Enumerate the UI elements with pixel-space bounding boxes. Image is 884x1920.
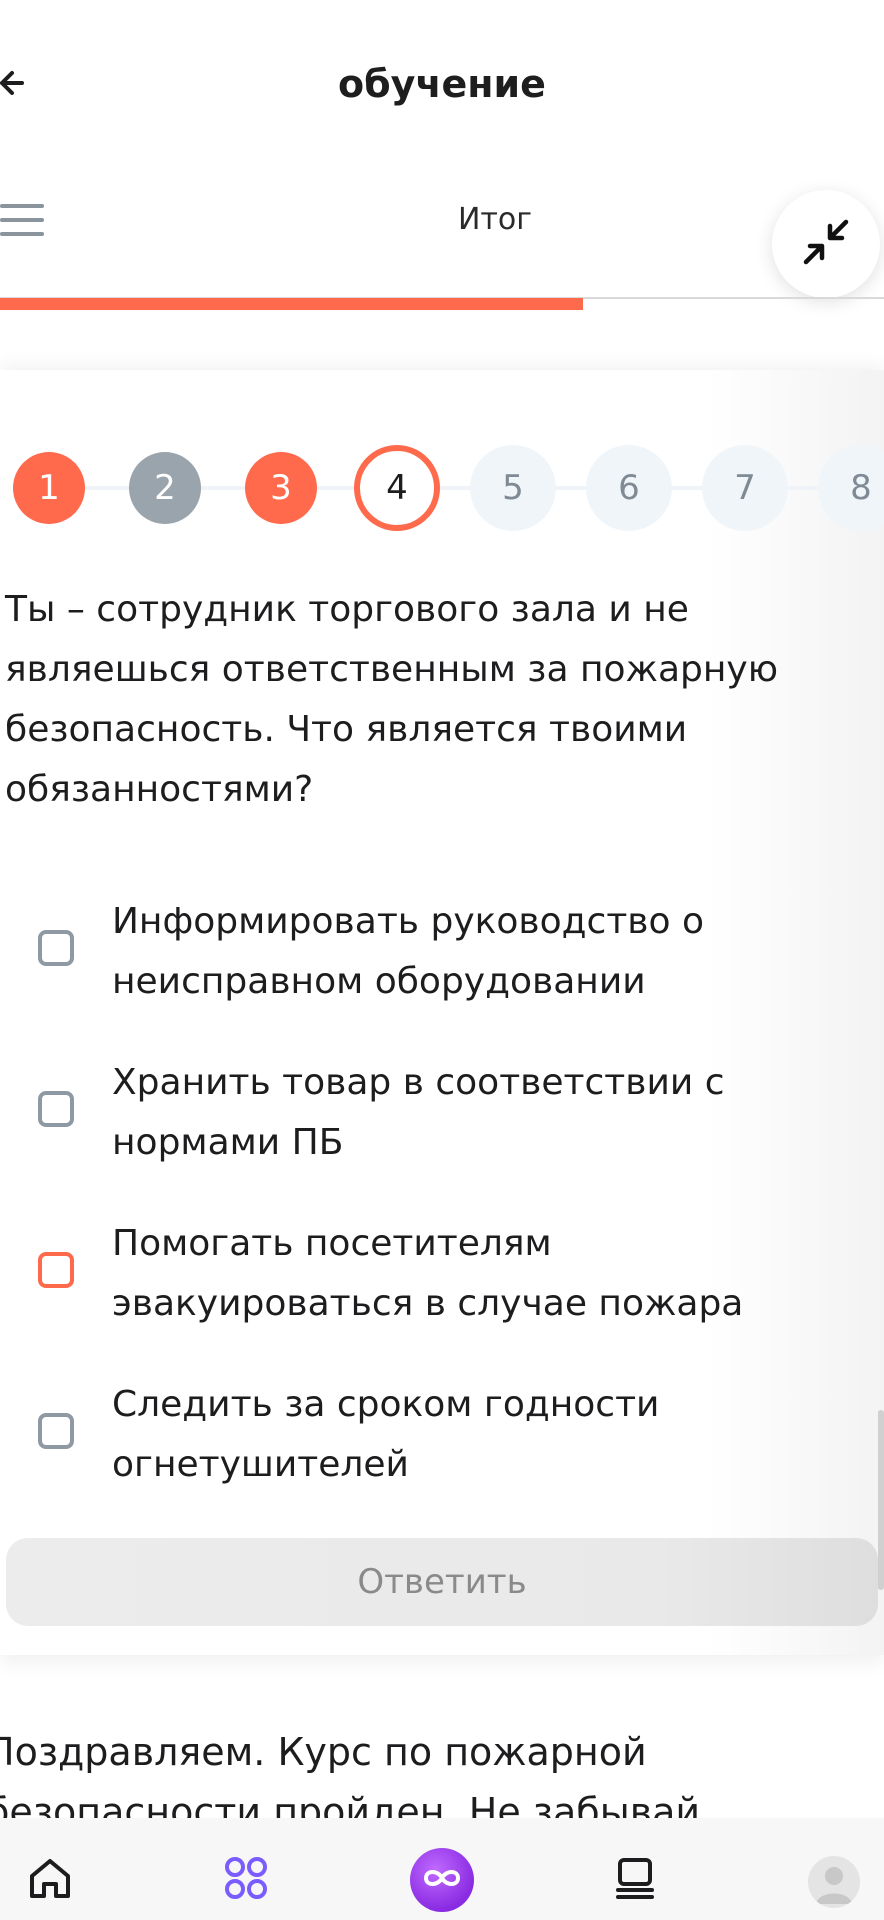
option-checkbox[interactable] bbox=[38, 1252, 74, 1288]
congrats-text: Поздравляем. Курс по пожарной безопаснос… bbox=[0, 1730, 701, 1822]
courses-icon bbox=[612, 1854, 660, 1906]
nav-home[interactable] bbox=[22, 1852, 78, 1908]
answer-option[interactable]: Хранить товар в соответствии с нормами П… bbox=[38, 1053, 868, 1173]
apps-icon bbox=[222, 1854, 270, 1906]
option-checkbox[interactable] bbox=[38, 930, 74, 966]
question-text: Ты – сотрудник торгового зала и не являе… bbox=[5, 589, 778, 810]
step-4-current[interactable]: 4 bbox=[354, 445, 440, 531]
tab-current-label[interactable]: Итог bbox=[0, 202, 884, 237]
option-label: Помогать посетителям эвакуироваться в сл… bbox=[112, 1223, 744, 1324]
submit-answer-button[interactable]: Ответить bbox=[6, 1538, 878, 1626]
answer-option[interactable]: Следить за сроком годности огнетушителей bbox=[38, 1375, 868, 1495]
collapse-button[interactable] bbox=[772, 190, 880, 298]
option-checkbox[interactable] bbox=[38, 1413, 74, 1449]
option-checkbox[interactable] bbox=[38, 1091, 74, 1127]
step-2[interactable]: 2 bbox=[129, 452, 201, 524]
home-icon bbox=[26, 1854, 74, 1906]
step-6[interactable]: 6 bbox=[586, 445, 672, 531]
step-1[interactable]: 1 bbox=[13, 452, 85, 524]
step-3[interactable]: 3 bbox=[245, 452, 317, 524]
collapse-icon bbox=[800, 216, 852, 272]
scrollbar[interactable] bbox=[878, 1410, 884, 1590]
answer-option[interactable]: Помогать посетителям эвакуироваться в сл… bbox=[38, 1214, 868, 1334]
answer-option[interactable]: Информировать руководство о неисправном … bbox=[38, 892, 868, 1012]
nav-courses[interactable] bbox=[608, 1852, 664, 1908]
option-label: Хранить товар в соответствии с нормами П… bbox=[112, 1062, 725, 1163]
step-5[interactable]: 5 bbox=[470, 445, 556, 531]
nav-main[interactable] bbox=[410, 1848, 474, 1912]
step-7[interactable]: 7 bbox=[702, 445, 788, 531]
lesson-progress-bar bbox=[0, 298, 583, 310]
option-label: Следить за сроком годности огнетушителей bbox=[112, 1384, 660, 1485]
profile-avatar[interactable] bbox=[808, 1856, 860, 1908]
nav-apps[interactable] bbox=[218, 1852, 274, 1908]
page-title: обучение bbox=[338, 62, 546, 106]
option-label: Информировать руководство о неисправном … bbox=[112, 901, 704, 1002]
infinity-icon bbox=[420, 1866, 464, 1894]
